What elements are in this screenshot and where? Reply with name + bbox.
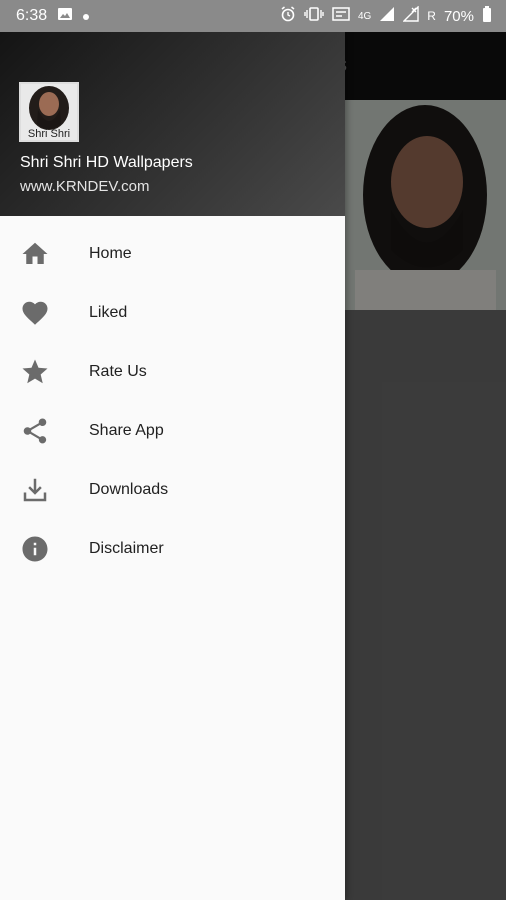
menu-item-label: Disclaimer	[89, 539, 164, 557]
heart-icon	[20, 298, 50, 328]
alarm-icon	[280, 6, 296, 26]
network-type: 4G	[357, 10, 372, 22]
menu-item-rate-us[interactable]: Rate Us	[0, 342, 345, 401]
menu-item-share-app[interactable]: Share App	[0, 401, 345, 460]
drawer-subtitle: www.KRNDEV.com	[20, 178, 150, 195]
signal-no-service-icon	[402, 5, 419, 26]
signal-icon	[379, 6, 395, 26]
notification-dot-icon	[83, 7, 90, 25]
menu-item-label: Home	[89, 244, 132, 262]
status-bar: 6:38 4G R 70%	[0, 0, 506, 32]
menu-item-label: Downloads	[89, 480, 169, 498]
menu-item-disclaimer[interactable]: Disclaimer	[0, 519, 345, 578]
drawer-title: Shri Shri HD Wallpapers	[20, 154, 193, 171]
battery-percent: 70%	[443, 7, 474, 25]
roaming-indicator: R	[427, 9, 436, 23]
drawer-header: Shri Shri Shri Shri HD Wallpapers www.KR…	[0, 32, 345, 216]
download-icon	[20, 475, 50, 505]
data-saver-icon	[332, 6, 350, 26]
star-icon	[20, 357, 50, 387]
share-icon	[20, 416, 50, 446]
gallery-notification-icon	[57, 7, 73, 26]
navigation-drawer: Shri Shri Shri Shri HD Wallpapers www.KR…	[0, 32, 345, 900]
home-icon	[20, 239, 50, 269]
avatar-caption: Shri Shri	[27, 128, 71, 140]
drawer-menu: Home Liked Rate Us Share App Downloads D…	[0, 216, 345, 578]
menu-item-label: Share App	[89, 421, 164, 439]
menu-item-home[interactable]: Home	[0, 224, 345, 283]
battery-icon	[482, 6, 492, 26]
menu-item-liked[interactable]: Liked	[0, 283, 345, 342]
vibrate-icon	[304, 6, 324, 26]
info-icon	[20, 534, 50, 564]
menu-item-label: Liked	[89, 303, 128, 321]
app-logo-avatar: Shri Shri	[19, 82, 79, 142]
menu-item-label: Rate Us	[89, 362, 147, 380]
status-time: 6:38	[16, 7, 48, 24]
menu-item-downloads[interactable]: Downloads	[0, 460, 345, 519]
